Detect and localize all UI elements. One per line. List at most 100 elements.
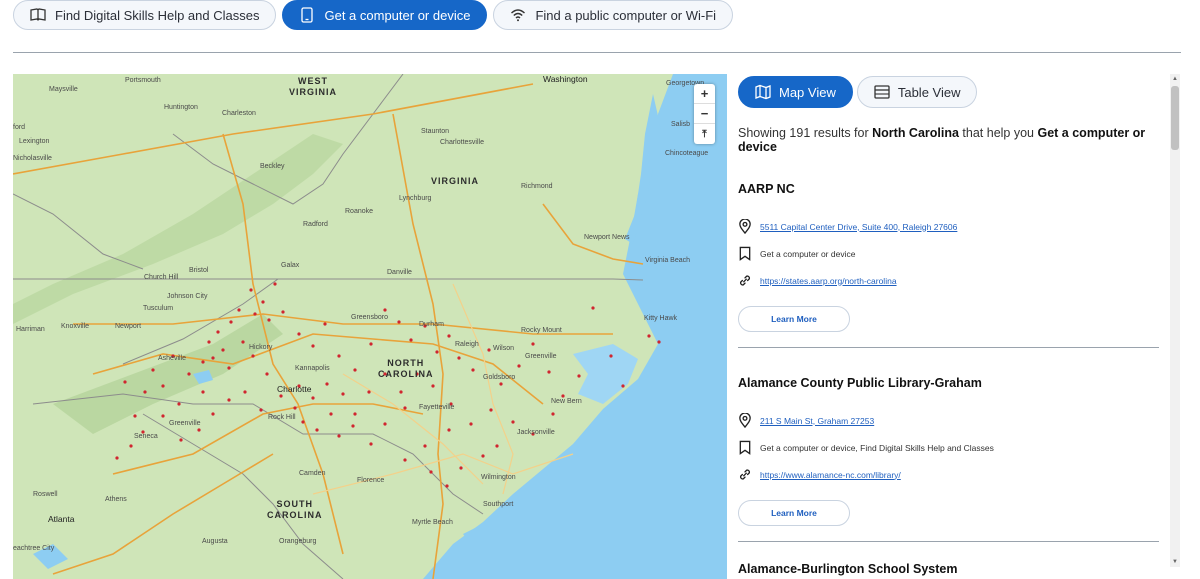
map-city-label: Camden bbox=[299, 470, 326, 477]
map-city-label: Seneca bbox=[134, 433, 158, 440]
results-map[interactable]: WEST VIRGINIA VIRGINIA NORTH CAROLINA SOUT… bbox=[13, 74, 727, 579]
tab-label: Get a computer or device bbox=[324, 7, 471, 23]
result-card: AARP NC 5511 Capital Center Drive, Suite… bbox=[738, 182, 1159, 348]
map-city-label: Charlotte bbox=[277, 384, 312, 394]
map-city-label: Jacksonville bbox=[517, 429, 555, 436]
result-services-row: Get a computer or device bbox=[738, 246, 1159, 261]
tab-label: Find a public computer or Wi-Fi bbox=[535, 7, 717, 23]
map-city-label: Tusculum bbox=[143, 305, 174, 312]
map-city-label: Lynchburg bbox=[399, 195, 432, 202]
results-summary: Showing 191 results for North Carolina t… bbox=[738, 126, 1159, 154]
link-icon bbox=[739, 275, 751, 286]
map-city-label: Lexington bbox=[19, 138, 50, 145]
result-website-row: https://www.alamance-nc.com/library/ bbox=[738, 467, 1159, 482]
map-icon bbox=[755, 84, 771, 100]
map-city-label: Greensboro bbox=[351, 314, 388, 321]
tab-digital-skills[interactable]: Find Digital Skills Help and Classes bbox=[13, 0, 277, 30]
results-panel: Map View Table View Showing 191 results … bbox=[738, 74, 1159, 579]
bookmark-icon bbox=[739, 246, 751, 261]
scroll-down-icon[interactable]: ▼ bbox=[1170, 557, 1180, 567]
map-city-label: eachtree City bbox=[13, 545, 55, 552]
map-city-label: Richmond bbox=[521, 183, 553, 190]
map-city-label: Galax bbox=[281, 262, 300, 269]
result-website-link[interactable]: https://www.alamance-nc.com/library/ bbox=[760, 470, 901, 480]
map-city-label: New Bern bbox=[551, 398, 582, 405]
map-city-label: Greenville bbox=[169, 420, 201, 427]
zoom-out-button[interactable]: − bbox=[694, 104, 715, 124]
map-city-label: Bristol bbox=[189, 267, 209, 274]
map-city-label: Nicholasville bbox=[13, 155, 52, 162]
link-icon bbox=[739, 469, 751, 480]
result-services: Get a computer or device bbox=[760, 248, 856, 259]
result-address-link[interactable]: 211 S Main St, Graham 27253 bbox=[760, 416, 874, 426]
map-city-label: Wilson bbox=[493, 345, 515, 352]
tab-public-wifi[interactable]: Find a public computer or Wi-Fi bbox=[493, 0, 734, 30]
result-card: Alamance County Public Library-Graham 21… bbox=[738, 376, 1159, 542]
map-city-label: Myrtle Beach bbox=[412, 519, 453, 526]
tab-get-computer[interactable]: Get a computer or device bbox=[282, 0, 488, 30]
map-city-label: Chincoteague bbox=[665, 150, 709, 157]
map-city-label: Fayetteville bbox=[419, 404, 455, 411]
scroll-up-icon[interactable]: ▲ bbox=[1170, 74, 1180, 84]
map-city-label: Southport bbox=[483, 501, 514, 508]
scrollbar-thumb[interactable] bbox=[1171, 86, 1179, 150]
map-city-label: Athens bbox=[105, 496, 127, 503]
map-city-label: Beckley bbox=[260, 163, 285, 170]
result-address-link[interactable]: 5511 Capital Center Drive, Suite 400, Ra… bbox=[760, 222, 957, 232]
map-city-label: Johnson City bbox=[167, 293, 208, 300]
map-city-label: Washington bbox=[543, 74, 588, 84]
map-zoom-controls: + − ⤒ bbox=[694, 84, 715, 144]
map-city-label: Hickory bbox=[249, 344, 273, 351]
tablet-icon bbox=[301, 7, 314, 23]
location-pin-icon bbox=[739, 219, 751, 234]
map-state-label: SOUTH CAROLINA bbox=[267, 499, 323, 520]
learn-more-button[interactable]: Learn More bbox=[738, 500, 850, 526]
results-scrollbar[interactable]: ▲ ▼ bbox=[1170, 74, 1180, 567]
result-card: Alamance-Burlington School System bbox=[738, 562, 1159, 576]
map-city-label: Raleigh bbox=[455, 341, 479, 348]
summary-middle: that help you bbox=[962, 126, 1035, 140]
map-city-label: Roswell bbox=[33, 491, 58, 498]
map-city-label: Rocky Mount bbox=[521, 327, 562, 334]
table-icon bbox=[874, 85, 890, 99]
result-services-row: Get a computer or device, Find Digital S… bbox=[738, 440, 1159, 455]
summary-prefix: Showing 191 results for bbox=[738, 126, 869, 140]
map-city-label: Kitty Hawk bbox=[644, 315, 678, 322]
result-title: Alamance-Burlington School System bbox=[738, 562, 958, 576]
location-pin-icon bbox=[739, 413, 751, 428]
map-city-label: Maysville bbox=[49, 86, 78, 93]
map-city-label: Goldsboro bbox=[483, 374, 516, 381]
map-city-label: Virginia Beach bbox=[645, 257, 691, 264]
category-tabs: Find Digital Skills Help and Classes Get… bbox=[13, 0, 734, 30]
summary-state: North Carolina bbox=[872, 126, 959, 140]
result-title: AARP NC bbox=[738, 182, 795, 196]
map-city-label: ford bbox=[13, 124, 26, 131]
map-city-label: Durham bbox=[419, 321, 444, 328]
map-city-label: Staunton bbox=[421, 128, 450, 135]
tab-label: Find Digital Skills Help and Classes bbox=[55, 7, 260, 23]
reset-bearing-button[interactable]: ⤒ bbox=[694, 124, 715, 144]
map-city-label: Atlanta bbox=[48, 514, 75, 524]
result-website-link[interactable]: https://states.aarp.org/north-carolina bbox=[760, 276, 897, 286]
result-address-row: 211 S Main St, Graham 27253 bbox=[738, 413, 1159, 428]
learn-more-button[interactable]: Learn More bbox=[738, 306, 850, 332]
map-city-label: Danville bbox=[387, 269, 412, 276]
table-view-label: Table View bbox=[897, 84, 961, 100]
zoom-in-button[interactable]: + bbox=[694, 84, 715, 104]
result-services: Get a computer or device, Find Digital S… bbox=[760, 442, 994, 453]
result-website-row: https://states.aarp.org/north-carolina bbox=[738, 273, 1159, 288]
result-address-row: 5511 Capital Center Drive, Suite 400, Ra… bbox=[738, 219, 1159, 234]
map-city-label: Roanoke bbox=[345, 208, 374, 215]
map-city-label: Charleston bbox=[222, 110, 256, 117]
map-view-label: Map View bbox=[779, 84, 836, 100]
map-city-label: Augusta bbox=[202, 538, 228, 545]
map-city-label: Salisb bbox=[671, 121, 691, 128]
map-city-label: Huntington bbox=[164, 104, 198, 111]
map-city-label: Rock Hill bbox=[268, 414, 296, 421]
table-view-button[interactable]: Table View bbox=[856, 76, 978, 108]
map-city-label: Newport News bbox=[584, 234, 630, 241]
map-state-label: WEST VIRGINIA bbox=[289, 76, 338, 97]
map-view-button[interactable]: Map View bbox=[738, 76, 853, 108]
map-city-label: Newport bbox=[115, 323, 142, 330]
map-city-label: Harriman bbox=[16, 326, 45, 333]
